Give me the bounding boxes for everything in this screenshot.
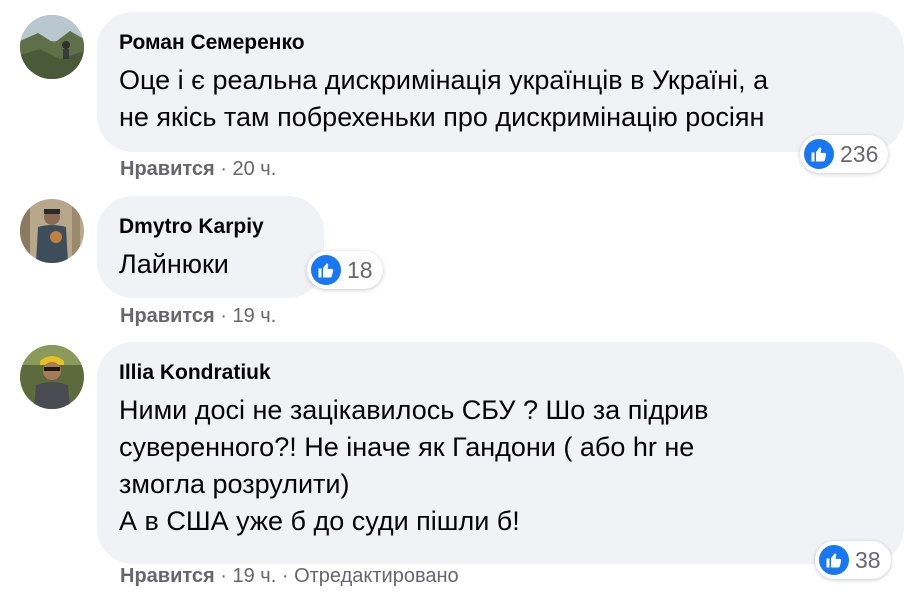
comment-time[interactable]: 20 ч.: [233, 158, 277, 180]
reaction-count: 38: [855, 546, 881, 573]
comment-meta: Нравится · 20 ч.: [120, 158, 276, 181]
avatar[interactable]: [20, 15, 84, 79]
edited-label[interactable]: Отредактировано: [294, 565, 459, 587]
comment-time[interactable]: 19 ч.: [233, 565, 277, 587]
separator: ·: [220, 565, 227, 587]
like-icon: [819, 545, 849, 575]
avatar[interactable]: [20, 199, 84, 263]
reaction-count: 236: [840, 140, 879, 167]
avatar[interactable]: [20, 345, 84, 409]
reaction-count-badge[interactable]: 38: [815, 541, 891, 579]
comment-bubble: Dmytro Karpiy Лайнюки: [97, 196, 324, 298]
like-button[interactable]: Нравится: [120, 158, 215, 180]
comment-meta: Нравится · 19 ч.: [120, 305, 276, 328]
comment-text: Лайнюки: [119, 249, 229, 279]
comment-text: Ними досі не зацікавилось СБУ ? Шо за пі…: [119, 395, 709, 536]
reaction-count: 18: [347, 256, 373, 283]
comment-bubble: Роман Семеренко Оце і є реальна дискримі…: [97, 12, 904, 152]
comment-author[interactable]: Роман Семеренко: [119, 31, 305, 55]
like-icon: [311, 255, 341, 285]
separator: ·: [220, 158, 227, 180]
like-button[interactable]: Нравится: [120, 305, 215, 327]
comment-text: Оце і є реальна дискримінація українців …: [119, 65, 769, 132]
separator: ·: [220, 305, 227, 327]
separator: ·: [281, 565, 289, 587]
reaction-count-badge[interactable]: 236: [800, 135, 889, 173]
comment-bubble: Illia Kondratiuk Ними досі не зацікавило…: [97, 342, 904, 564]
comment-author[interactable]: Illia Kondratiuk: [119, 361, 271, 385]
reaction-count-badge[interactable]: 18: [307, 251, 383, 289]
comment-meta: Нравится · 19 ч. · Отредактировано: [120, 565, 459, 588]
comment-time[interactable]: 19 ч.: [233, 305, 277, 327]
comment-author[interactable]: Dmytro Karpiy: [119, 215, 264, 239]
like-icon: [804, 139, 834, 169]
like-button[interactable]: Нравится: [120, 565, 215, 587]
